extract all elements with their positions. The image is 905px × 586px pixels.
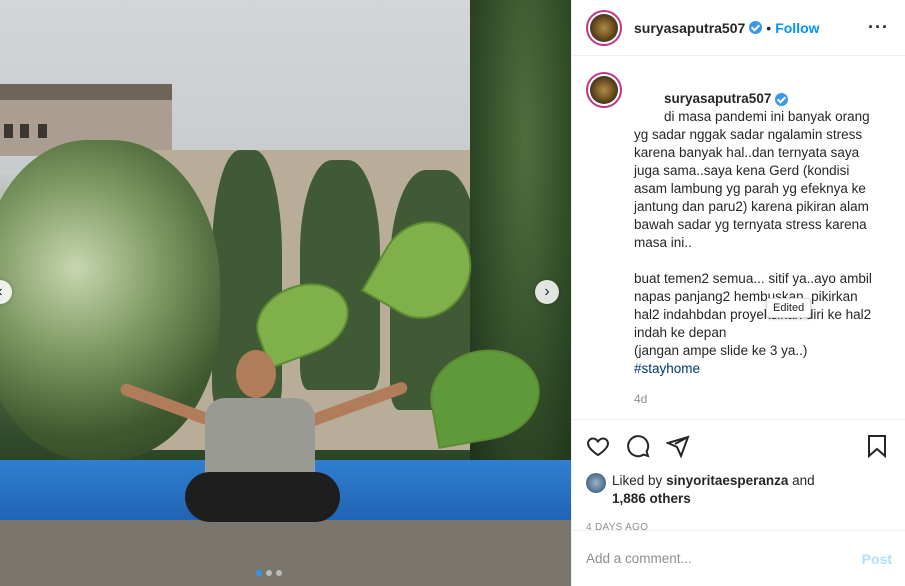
- photo-person-legs: [185, 472, 340, 522]
- bookmark-icon[interactable]: [865, 434, 889, 458]
- comment-input[interactable]: [586, 551, 862, 566]
- avatar-image: [590, 76, 618, 104]
- likes-row: Liked by sinyoritaesperanza and 1,886 ot…: [572, 472, 905, 508]
- caption: suryasaputra507 di masa pandemi ini bany…: [634, 72, 882, 406]
- liker-avatar[interactable]: [586, 473, 606, 493]
- photo-ivy: [300, 160, 380, 390]
- photo-window: [20, 124, 29, 138]
- more-horizontal-icon[interactable]: ···: [868, 17, 889, 38]
- photo-person-head: [236, 350, 276, 398]
- caption-username[interactable]: suryasaputra507: [664, 91, 771, 106]
- hashtag-link[interactable]: #stayhome: [634, 360, 882, 378]
- carousel-dot: [266, 570, 272, 576]
- carousel-dot: [256, 570, 262, 576]
- verified-badge-icon: [749, 21, 763, 34]
- caption-line: buat temen2 semua...: [634, 271, 765, 286]
- avatar[interactable]: [586, 72, 622, 108]
- photo-window: [4, 124, 13, 138]
- comment-box: Post: [572, 530, 905, 586]
- avatar-image: [590, 13, 618, 42]
- photo-pool-edge: [0, 520, 571, 586]
- caption-line: (jangan ampe slide ke 3 ya..): [634, 343, 808, 358]
- header-username[interactable]: suryasaputra507: [634, 20, 745, 36]
- edited-tooltip: Edited: [766, 298, 812, 318]
- verified-badge-icon: [775, 92, 789, 106]
- action-bar: [572, 420, 905, 472]
- post-panel: suryasaputra507 • Follow ··· suryasaputr…: [571, 0, 905, 586]
- comment-icon[interactable]: [626, 434, 650, 458]
- caption-area: suryasaputra507 di masa pandemi ini bany…: [572, 56, 905, 420]
- header-separator: •: [766, 19, 772, 36]
- caption-line: di masa pandemi ini banyak orang yg sada…: [634, 109, 874, 250]
- post-photo[interactable]: ‹ ›: [0, 0, 571, 586]
- post-button[interactable]: Post: [862, 551, 892, 567]
- liked-by-user[interactable]: sinyoritaesperanza: [666, 473, 788, 488]
- likes-count[interactable]: 1,886 others: [612, 491, 691, 506]
- likes-text: Liked by sinyoritaesperanza and 1,886 ot…: [612, 472, 815, 508]
- carousel-dots: [256, 570, 282, 576]
- photo-window: [38, 124, 47, 138]
- liked-by-and: and: [792, 473, 815, 488]
- carousel-dot: [276, 570, 282, 576]
- chevron-right-icon[interactable]: ›: [535, 280, 559, 304]
- follow-button[interactable]: Follow: [775, 20, 819, 36]
- liked-by-prefix: Liked by: [612, 473, 663, 488]
- avatar[interactable]: [586, 9, 622, 46]
- time-ago[interactable]: 4d: [634, 390, 882, 408]
- share-icon[interactable]: [666, 434, 690, 458]
- heart-icon[interactable]: [586, 434, 610, 458]
- post-header: suryasaputra507 • Follow ···: [572, 0, 905, 56]
- photo-building-roof: [0, 84, 172, 100]
